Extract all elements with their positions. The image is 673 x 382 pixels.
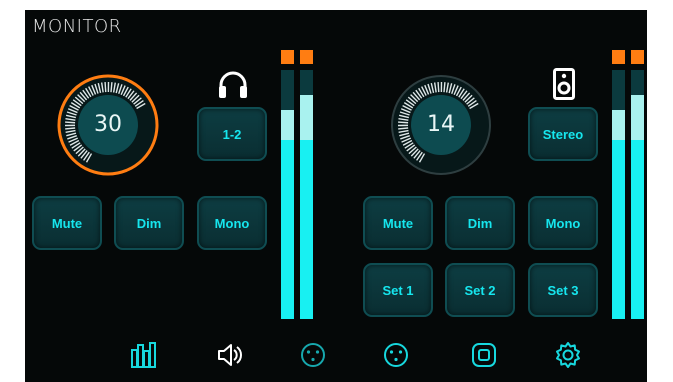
square-button-icon[interactable] — [469, 340, 499, 370]
meter-gap — [300, 64, 313, 70]
set1-button[interactable]: Set 1 — [363, 263, 433, 317]
xlr-input-icon[interactable] — [298, 340, 328, 370]
gear-icon[interactable] — [553, 340, 583, 370]
speaker-icon — [553, 68, 575, 100]
speaker-level-knob[interactable]: 14 — [389, 73, 493, 177]
knob-value: 30 — [94, 112, 122, 137]
peak-indicator — [281, 50, 294, 64]
meter-gap — [631, 64, 644, 70]
meter-hold — [300, 95, 313, 140]
output-mode-button[interactable]: Stereo — [528, 107, 598, 161]
left-mono-button[interactable]: Mono — [197, 196, 267, 250]
channel-select-button[interactable]: 1-2 — [197, 107, 267, 161]
xlr-output-icon[interactable] — [381, 340, 411, 370]
meter-gap — [281, 64, 294, 70]
headphone-level-knob[interactable]: 30 — [56, 73, 160, 177]
left-dim-button[interactable]: Dim — [114, 196, 184, 250]
meter-hold — [612, 110, 625, 140]
right-mono-button[interactable]: Mono — [528, 196, 598, 250]
knob-value: 14 — [427, 112, 455, 137]
page-title: MONITOR — [32, 16, 122, 37]
monitor-panel: MONITOR 30 1-2 Mute Dim Mono 14 Stereo M… — [25, 10, 647, 382]
speaker-meter-left — [612, 50, 625, 319]
headphone-meter-right — [300, 50, 313, 319]
meter-level — [300, 140, 313, 319]
set3-button[interactable]: Set 3 — [528, 263, 598, 317]
headphone-meter-left — [281, 50, 294, 319]
meter-hold — [631, 95, 644, 140]
set2-button[interactable]: Set 2 — [445, 263, 515, 317]
meter-gap — [612, 64, 625, 70]
meter-hold — [281, 110, 294, 140]
meter-level — [631, 140, 644, 319]
peak-indicator — [300, 50, 313, 64]
headphones-icon — [219, 71, 247, 98]
volume-icon[interactable] — [215, 340, 245, 370]
right-mute-button[interactable]: Mute — [363, 196, 433, 250]
meter-level — [612, 140, 625, 319]
peak-indicator — [631, 50, 644, 64]
speaker-meter-right — [631, 50, 644, 319]
peak-indicator — [612, 50, 625, 64]
left-mute-button[interactable]: Mute — [32, 196, 102, 250]
meters-icon[interactable] — [129, 340, 159, 370]
right-dim-button[interactable]: Dim — [445, 196, 515, 250]
meter-level — [281, 140, 294, 319]
